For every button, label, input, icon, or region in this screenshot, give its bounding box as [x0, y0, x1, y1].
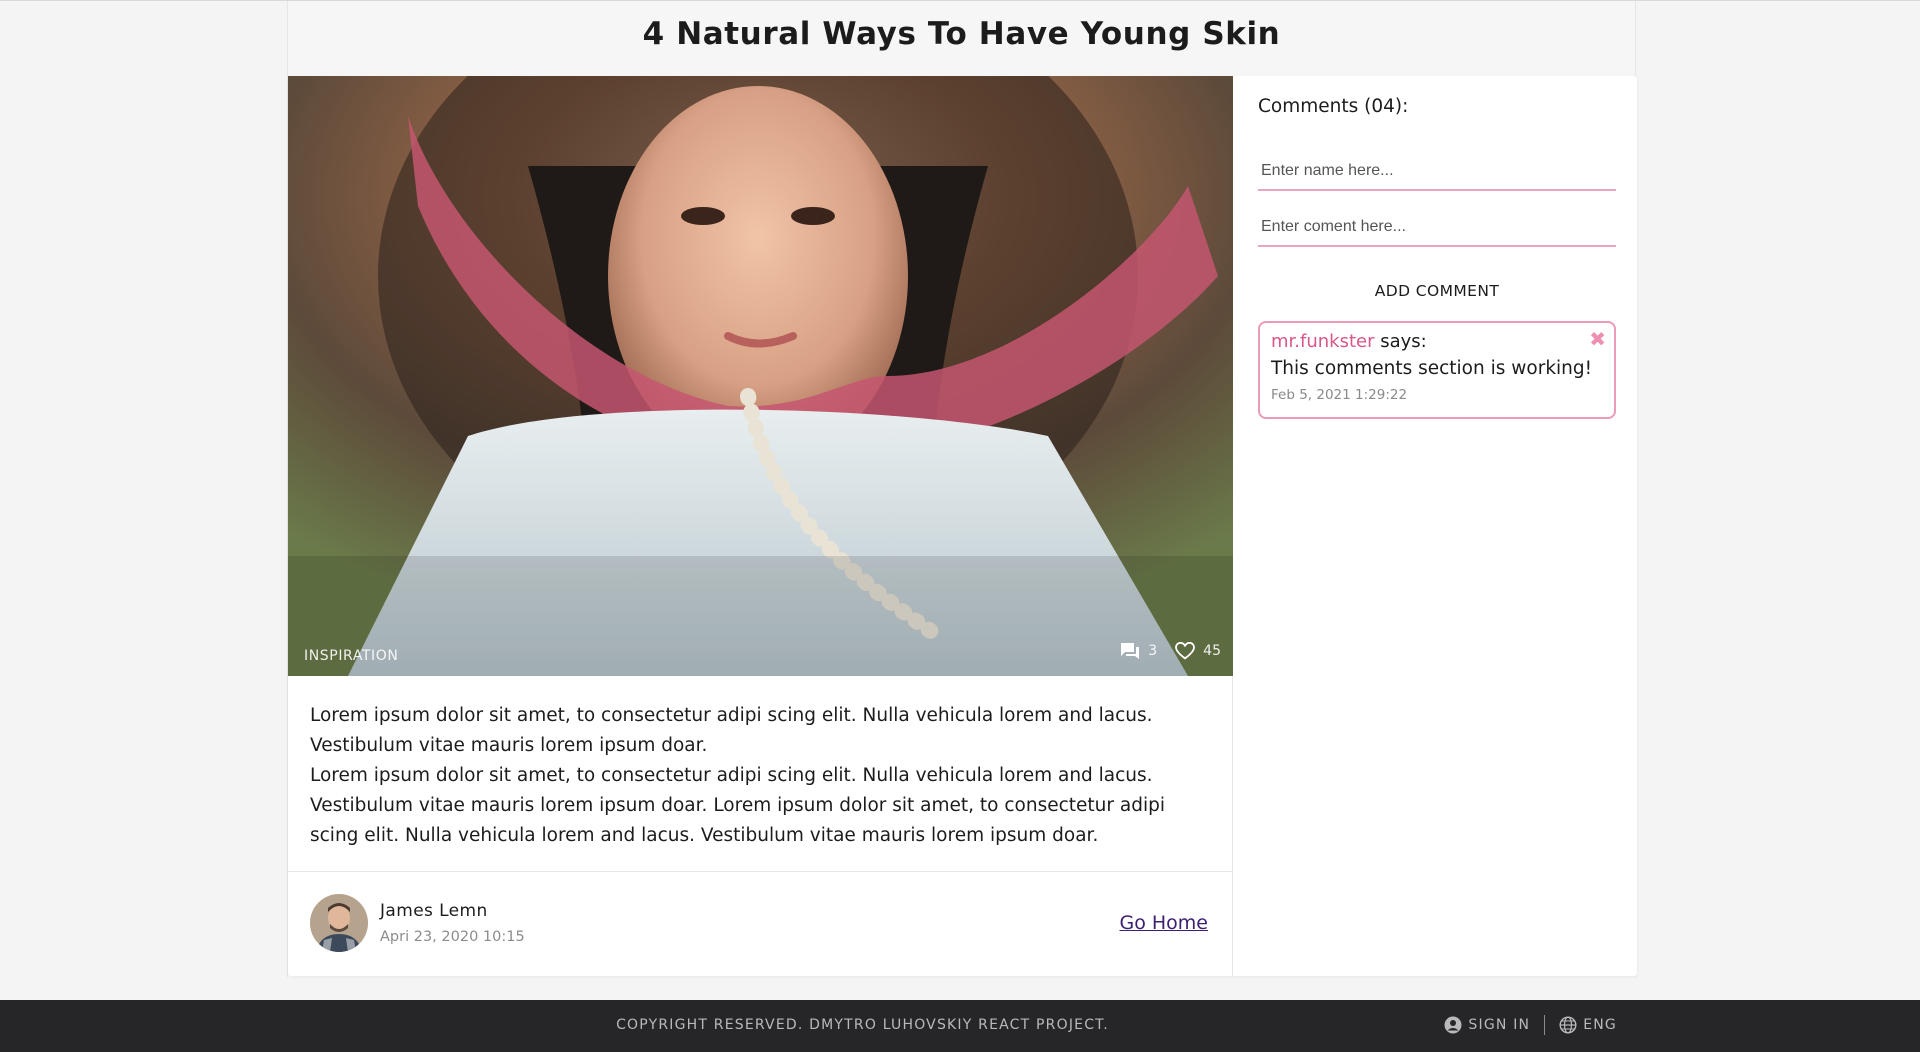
comment-input[interactable] [1258, 209, 1616, 247]
article-stats: 3 45 [1120, 642, 1221, 660]
author-meta: James Lemn Apri 23, 2020 10:15 [380, 901, 525, 945]
footer: COPYRIGHT RESERVED. DMYTRO LUHOVSKIY REA… [0, 1000, 1920, 1052]
close-icon[interactable]: ✖ [1589, 329, 1606, 349]
name-input[interactable] [1258, 153, 1616, 191]
author-info: James Lemn Apri 23, 2020 10:15 [310, 894, 525, 952]
article-card: INSPIRATION 3 45 Lorem ipsum dolor sit a… [288, 76, 1637, 976]
page-title: 4 Natural Ways To Have Young Skin [642, 16, 1281, 52]
hero-photo [288, 76, 1233, 676]
avatar [310, 894, 368, 952]
article-hero-image: INSPIRATION 3 45 [288, 76, 1233, 676]
comments-panel: Comments (04): ADD COMMENT mr.funkster s… [1234, 76, 1637, 976]
sign-in-button[interactable]: SIGN IN [1444, 1016, 1530, 1034]
sign-in-label: SIGN IN [1468, 1017, 1531, 1033]
comments-title: Comments (04): [1258, 96, 1409, 117]
article-paragraph: Lorem ipsum dolor sit amet, to consectet… [310, 765, 1165, 846]
article-paragraph: Lorem ipsum dolor sit amet, to consectet… [310, 705, 1153, 756]
likes-stat[interactable]: 45 [1175, 642, 1221, 660]
article-body: Lorem ipsum dolor sit amet, to consectet… [310, 701, 1210, 851]
language-label: ENG [1583, 1017, 1617, 1033]
add-comment-button[interactable]: ADD COMMENT [1258, 276, 1616, 306]
globe-icon [1559, 1016, 1577, 1034]
comment-says: says: [1380, 331, 1427, 352]
category-label[interactable]: INSPIRATION [304, 648, 398, 664]
comments-count: 3 [1148, 643, 1158, 659]
go-home-link[interactable]: Go Home [1120, 912, 1209, 934]
footer-actions: SIGN IN ENG [1444, 1015, 1617, 1035]
comment-bubble-icon [1121, 643, 1140, 659]
comment-card: mr.funkster says: This comments section … [1258, 321, 1616, 419]
author-date: Apri 23, 2020 10:15 [380, 929, 525, 945]
footer-separator [1544, 1015, 1546, 1035]
article-divider [288, 871, 1233, 872]
user-circle-icon [1444, 1016, 1462, 1034]
likes-count: 45 [1203, 643, 1221, 659]
comment-text: This comments section is working! [1271, 358, 1593, 379]
author-name: James Lemn [380, 901, 488, 921]
comments-stat[interactable]: 3 [1120, 642, 1157, 660]
comment-header: mr.funkster says: [1271, 331, 1603, 352]
comment-date: Feb 5, 2021 1:29:22 [1271, 387, 1408, 403]
language-selector[interactable]: ENG [1559, 1016, 1617, 1034]
heart-icon [1175, 642, 1196, 660]
page-container: 4 Natural Ways To Have Young Skin INSPIR… [287, 1, 1637, 977]
comment-author: mr.funkster [1271, 331, 1375, 352]
article-main: INSPIRATION 3 45 Lorem ipsum dolor sit a… [288, 76, 1233, 976]
